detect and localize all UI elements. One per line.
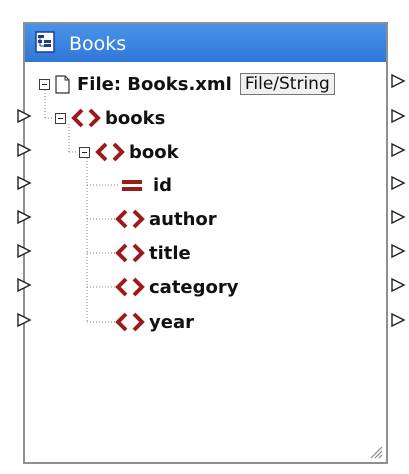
connectors-layer — [17, 73, 406, 328]
connector-triangle-icon[interactable] — [17, 209, 32, 225]
connector-triangle-icon[interactable] — [391, 312, 406, 328]
connector-triangle-icon[interactable] — [17, 243, 32, 259]
connector-triangle-icon[interactable] — [17, 142, 32, 158]
connector-triangle-icon[interactable] — [391, 209, 406, 225]
connector-triangle-icon[interactable] — [17, 277, 32, 293]
connector-triangle-icon[interactable] — [391, 142, 406, 158]
connector-triangle-icon[interactable] — [17, 312, 32, 328]
connector-triangle-icon[interactable] — [391, 277, 406, 293]
connector-triangle-icon[interactable] — [17, 175, 32, 191]
connector-triangle-icon[interactable] — [391, 108, 406, 124]
connector-triangle-icon[interactable] — [17, 108, 32, 124]
connector-triangle-icon[interactable] — [391, 175, 406, 191]
connector-triangle-icon[interactable] — [391, 73, 406, 89]
connector-triangle-icon[interactable] — [391, 243, 406, 259]
